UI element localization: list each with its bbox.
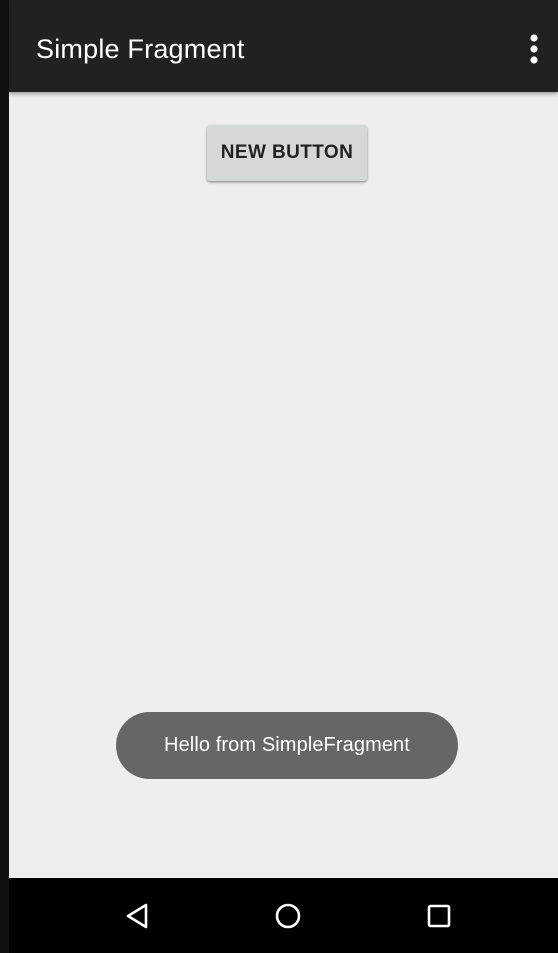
app-bar: Simple Fragment [9,0,558,92]
new-button[interactable]: NEW BUTTON [207,125,367,181]
app-title: Simple Fragment [36,34,245,64]
nav-home-button[interactable] [268,896,308,936]
recents-icon [427,904,451,928]
fragment-content: NEW BUTTON Hello from SimpleFragment [9,92,558,878]
back-icon [126,903,148,929]
nav-recents-button[interactable] [419,896,459,936]
nav-back-button[interactable] [117,896,157,936]
device-screen: Simple Fragment NEW BUTTON Hello from Si… [0,0,558,953]
more-vert-icon [530,34,538,64]
toast-message: Hello from SimpleFragment [116,712,458,779]
overflow-menu-button[interactable] [516,30,552,70]
system-nav-bar [9,878,558,953]
home-icon [275,903,301,929]
